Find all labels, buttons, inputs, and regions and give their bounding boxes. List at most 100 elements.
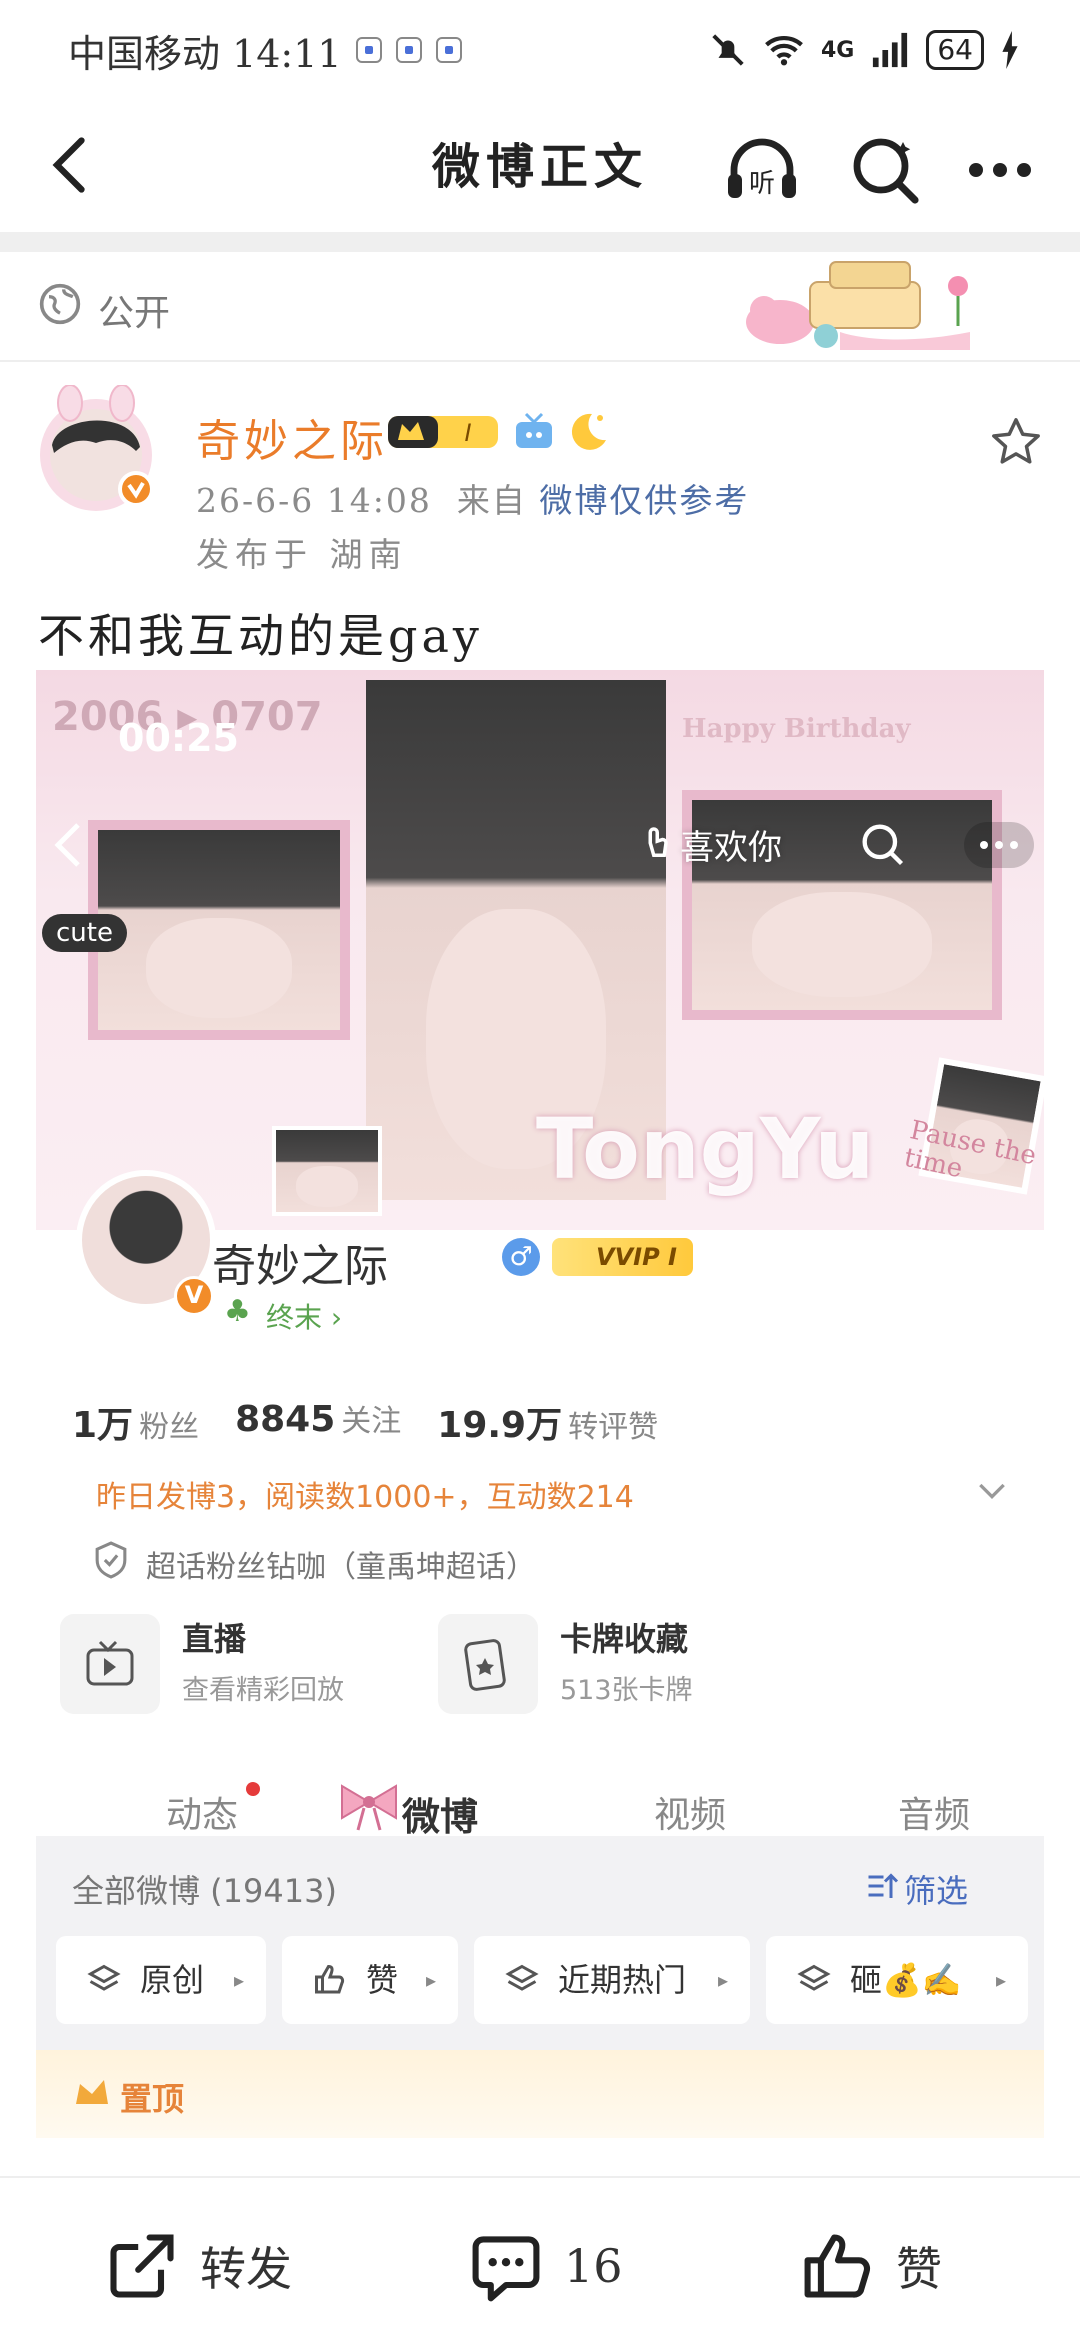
- stat-number: 8845: [235, 1399, 336, 1440]
- tab-audio: 音频: [898, 1795, 971, 1836]
- cute-tag: cute: [42, 914, 127, 952]
- caret-right-icon: ▸: [717, 1968, 728, 1992]
- banner-photo: [272, 1126, 382, 1216]
- stat-label: 粉丝: [139, 1410, 200, 1445]
- chip-custom: 砸💰✍️ ▸: [766, 1936, 1028, 2024]
- stat-fans: 1万 粉丝: [72, 1396, 199, 1448]
- repost-label: 转发: [200, 2242, 292, 2296]
- bow-icon: [341, 1784, 397, 1831]
- listen-icon[interactable]: 听: [722, 130, 802, 210]
- carrier-time: 中国移动 14:11: [68, 31, 342, 76]
- banner-like-label: 喜欢你: [640, 820, 782, 869]
- status-right: 4G 64: [709, 30, 1020, 70]
- pinned-section: [36, 2050, 1044, 2138]
- gender-icon: ♂: [502, 1238, 540, 1276]
- chevron-down-icon: [979, 1483, 1005, 1500]
- notification-icon: [435, 37, 462, 63]
- overlay-name: TongYu: [536, 1100, 875, 1198]
- nav-bar: 微博正文 听: [0, 100, 1080, 235]
- network-label: 4G: [820, 37, 855, 63]
- card-subtitle: 查看精彩回放: [182, 1675, 344, 1706]
- vvip-badge: VVIP I: [552, 1238, 693, 1276]
- comment-button[interactable]: 16: [468, 2228, 623, 2304]
- chip-label: 近期热门: [558, 1961, 687, 1999]
- like-button[interactable]: 赞: [800, 2228, 942, 2304]
- author-avatar[interactable]: [30, 385, 162, 517]
- post-source[interactable]: 微博仅供参考: [539, 481, 749, 520]
- tv-icon: [516, 412, 552, 448]
- visibility-label: 公开: [98, 293, 171, 334]
- card-subtitle: 513张卡牌: [560, 1675, 693, 1706]
- post-time: 26-6-6 14:08: [196, 481, 432, 520]
- crown-icon: [76, 2080, 108, 2104]
- like-text: 喜欢你: [680, 828, 782, 868]
- profile-stats: 1万 粉丝 8845 关注 19.9万 转评赞: [72, 1396, 658, 1448]
- charging-icon: [1002, 31, 1018, 69]
- banner-birthday: Happy Birthday: [682, 714, 911, 744]
- moon-icon: [571, 413, 606, 450]
- chip-label: 原创: [140, 1961, 205, 1999]
- notification-dot: [246, 1782, 260, 1796]
- pinned-label: 置顶: [120, 2080, 185, 2118]
- shield-icon: [95, 1541, 127, 1579]
- post-image[interactable]: 2006 ▸ 0707 00:25 Happy Birthday 喜欢你 cut…: [36, 670, 1044, 2138]
- filter-button: 筛选: [904, 1872, 969, 1910]
- battery-indicator: 64: [926, 30, 984, 70]
- tv-live-icon: [60, 1614, 160, 1714]
- stat-label: 转评赞: [568, 1410, 659, 1445]
- banner-back-icon: [54, 823, 80, 867]
- chip-liked: 赞 ▸: [282, 1936, 458, 2024]
- member-crown-icon: I: [388, 416, 498, 448]
- layers-icon: [505, 1964, 539, 1991]
- listen-label: 听: [749, 169, 775, 199]
- weibo-count: 全部微博 (19413): [72, 1872, 337, 1910]
- author-name[interactable]: 奇妙之际: [196, 405, 388, 469]
- cat-sticker-image: [746, 261, 970, 350]
- caret-right-icon: ▸: [995, 1968, 1006, 1992]
- chip-label: 砸💰✍️: [850, 1961, 962, 1999]
- search-icon[interactable]: [845, 130, 925, 210]
- notification-icon: [355, 37, 382, 63]
- card-collection-icon: [438, 1614, 538, 1714]
- post-meta: 26-6-6 14:08 来自 微博仅供参考: [196, 474, 749, 522]
- comment-count: 16: [564, 2239, 623, 2293]
- stat-label: 关注: [341, 1404, 402, 1439]
- like-label: 赞: [896, 2242, 942, 2296]
- post-location: 发布于 湖南: [196, 535, 408, 574]
- signal-icon: [873, 32, 908, 68]
- banner-clock: 00:25: [118, 716, 239, 760]
- chaohua-label: 超话粉丝钻咖（童禹坤超话）: [146, 1550, 536, 1585]
- share-icon: [110, 2234, 174, 2298]
- filter-icon: [868, 1873, 899, 1898]
- status-bar: 中国移动 14:11 4G 64: [0, 0, 1080, 100]
- card-title: 卡牌收藏: [560, 1620, 689, 1658]
- verified-badge: V: [174, 1276, 214, 1316]
- globe-icon: [39, 283, 81, 325]
- member-level: I: [464, 419, 471, 447]
- stat-following: 8845 关注: [235, 1396, 401, 1448]
- stat-number: 19.9万: [437, 1405, 563, 1446]
- tab-weibo: 微博: [402, 1795, 479, 1839]
- mute-bell-icon: [712, 34, 744, 66]
- section-divider: [0, 232, 1080, 252]
- caret-right-icon: ▸: [233, 1968, 244, 1992]
- wifi-icon: [765, 36, 803, 66]
- source-prefix: 来自: [456, 481, 527, 520]
- bottom-toolbar: 转发 16 赞: [0, 2176, 1080, 2340]
- chip-original: 原创 ▸: [56, 1936, 266, 2024]
- profile-tagline: 终末 ›: [266, 1301, 343, 1334]
- thumbs-up-icon: [315, 1964, 345, 1994]
- chip-hot: 近期热门 ▸: [474, 1936, 750, 2024]
- banner-more-icon: [964, 822, 1034, 868]
- chip-label: 赞: [366, 1961, 399, 1999]
- favorite-star-icon[interactable]: [988, 414, 1044, 470]
- layers-icon: [797, 1964, 831, 1991]
- card-title: 直播: [182, 1620, 247, 1658]
- banner-search-icon: [862, 824, 904, 866]
- notification-icon: [395, 37, 422, 63]
- caret-right-icon: ▸: [425, 1968, 436, 1992]
- post-text: 不和我互动的是gay: [38, 609, 483, 663]
- repost-button[interactable]: 转发: [104, 2228, 292, 2304]
- profile-name: 奇妙之际: [212, 1241, 388, 1292]
- more-icon[interactable]: [960, 140, 1040, 200]
